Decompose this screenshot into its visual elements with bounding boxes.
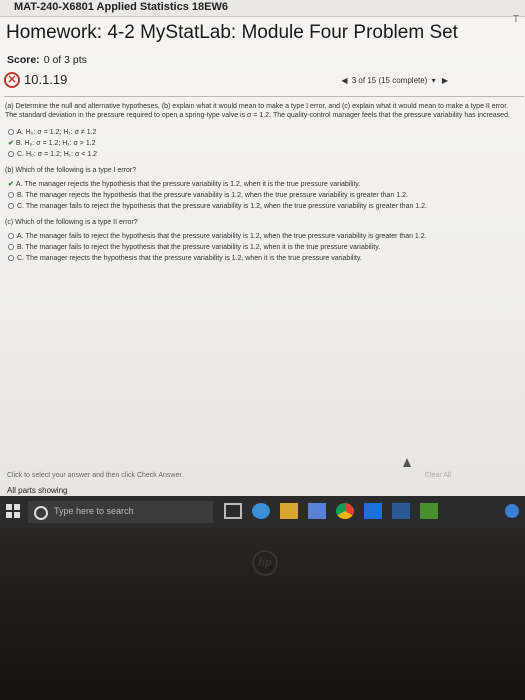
- radio-button[interactable]: [8, 244, 14, 250]
- photos-icon[interactable]: [420, 503, 438, 519]
- browser-screen: MAT-240-X6801 Applied Statistics 18EW6 T…: [0, 0, 525, 528]
- part-b-options: ✔ A. The manager rejects the hypothesis t…: [5, 180, 520, 211]
- course-title[interactable]: MAT-240-X6801 Applied Statistics 18EW6: [14, 1, 228, 13]
- mouse-cursor-icon: [403, 458, 411, 467]
- part-c-options: A. The manager fails to reject the hypot…: [5, 232, 520, 263]
- question-header: ✕ 10.1.19 ◀ 3 of 15 (15 complete) ▾ ▶: [4, 72, 524, 94]
- previous-question-button[interactable]: ◀: [341, 76, 347, 85]
- option-b-c[interactable]: C. The manager fails to reject the hypot…: [8, 202, 520, 211]
- check-icon: ✔: [8, 181, 14, 188]
- question-progress[interactable]: 3 of 15 (15 complete): [352, 76, 428, 85]
- score-value: 0 of 3 pts: [43, 54, 87, 66]
- incorrect-icon: ✕: [4, 72, 20, 88]
- instruction-hint: Click to select your answer and then cli…: [7, 472, 184, 479]
- option-a-b[interactable]: ✔ B. H₀: σ = 1.2; H₁: σ > 1.2: [8, 139, 520, 148]
- part-a-options: A. H₀: σ = 1.2; H₁: σ ≠ 1.2 ✔ B. H₀: σ = …: [5, 128, 520, 159]
- corner-mark: T: [512, 14, 519, 25]
- all-parts-showing[interactable]: All parts showing: [7, 486, 67, 495]
- next-question-button[interactable]: ▶: [442, 76, 448, 85]
- option-c-b[interactable]: B. The manager fails to reject the hypot…: [8, 243, 520, 252]
- part-c-question: (c) Which of the following is a type II …: [5, 219, 138, 226]
- store-icon[interactable]: [308, 503, 326, 519]
- question-navigator: ◀ 3 of 15 (15 complete) ▾ ▶: [339, 76, 450, 85]
- radio-button[interactable]: [8, 233, 14, 239]
- check-icon: ✔: [8, 140, 14, 147]
- cortana-icon: [34, 506, 48, 520]
- part-b-question: (b) Which of the following is a type I e…: [5, 167, 137, 174]
- option-a-c[interactable]: C. H₀: σ = 1.2; H₁: σ < 1.2: [8, 150, 520, 159]
- option-c-a[interactable]: A. The manager fails to reject the hypot…: [8, 232, 520, 241]
- edge-browser-icon[interactable]: [252, 503, 270, 519]
- windows-start-icon[interactable]: [6, 504, 20, 518]
- radio-button[interactable]: [8, 192, 14, 198]
- radio-button[interactable]: [8, 255, 14, 261]
- option-b-a[interactable]: ✔ A. The manager rejects the hypothesis t…: [8, 180, 520, 189]
- task-view-icon[interactable]: [224, 503, 242, 519]
- windows-taskbar: Type here to search: [0, 496, 525, 528]
- hp-logo: hp: [252, 550, 278, 576]
- option-c-c[interactable]: C. The manager rejects the hypothesis th…: [8, 254, 520, 263]
- option-b-b[interactable]: B. The manager rejects the hypothesis th…: [8, 191, 520, 200]
- notification-icon[interactable]: [505, 504, 519, 518]
- problem-intro: (a) Determine the null and alternative h…: [5, 103, 510, 119]
- taskbar-search-box[interactable]: Type here to search: [28, 501, 213, 523]
- question-id: 10.1.19: [24, 72, 68, 87]
- radio-button[interactable]: [8, 203, 14, 209]
- score-label: Score:: [7, 54, 40, 66]
- radio-button[interactable]: [8, 151, 14, 157]
- problem-content: (a) Determine the null and alternative h…: [5, 102, 520, 265]
- homework-title: Homework: 4-2 MyStatLab: Module Four Pro…: [6, 22, 458, 43]
- search-placeholder: Type here to search: [54, 506, 134, 516]
- clear-all-button[interactable]: Clear All: [425, 472, 451, 479]
- laptop-bezel: hp: [0, 528, 525, 700]
- course-bar: MAT-240-X6801 Applied Statistics 18EW6: [0, 0, 525, 17]
- word-icon[interactable]: [392, 503, 410, 519]
- radio-button[interactable]: [8, 129, 14, 135]
- option-a-a[interactable]: A. H₀: σ = 1.2; H₁: σ ≠ 1.2: [8, 128, 520, 137]
- chevron-down-icon[interactable]: ▾: [432, 76, 436, 85]
- file-explorer-icon[interactable]: [280, 503, 298, 519]
- chrome-icon[interactable]: [336, 503, 354, 519]
- score: Score: 0 of 3 pts: [7, 54, 87, 66]
- divider: [4, 96, 524, 97]
- mail-icon[interactable]: [364, 503, 382, 519]
